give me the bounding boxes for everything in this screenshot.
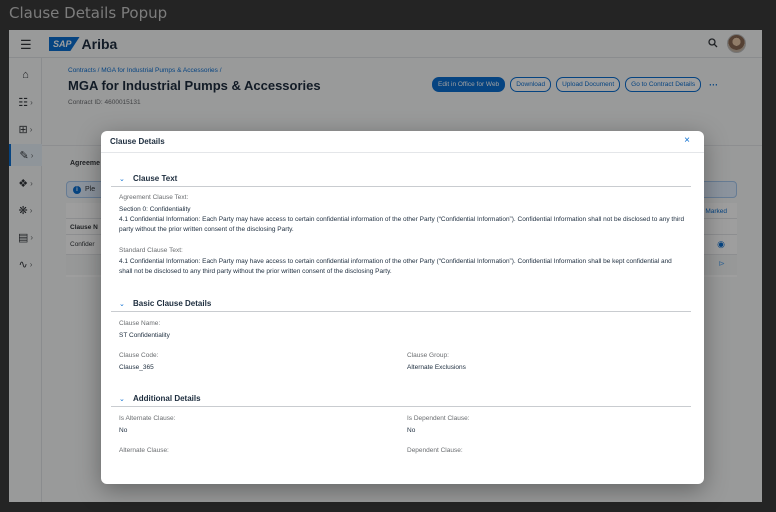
dialog-header: Clause Details × [101,131,704,153]
is-alternate-clause-value: No [119,427,128,434]
clause-group-label: Clause Group: [407,352,449,359]
basic-clause-details-section: ⌄ Basic Clause Details [111,296,691,312]
standard-clause-body: 4.1 Confidential Information: Each Party… [119,258,672,275]
clause-code-value: Clause_365 [119,364,154,371]
section-title: Additional Details [133,394,201,403]
close-icon[interactable]: × [684,135,690,146]
agreement-clause-text-label: Agreement Clause Text: [119,194,189,201]
is-dependent-clause-label: Is Dependent Clause: [407,415,470,422]
dialog-title: Clause Details [110,137,165,146]
agreement-clause-body: 4.1 Confidential Information: Each Party… [119,216,685,233]
section-header-additional[interactable]: ⌄ Additional Details [111,391,691,407]
clause-name-label: Clause Name: [119,320,161,327]
section-title: Basic Clause Details [133,299,212,308]
agreement-clause-section: Section 0: Confidentiality [119,206,191,213]
clause-code-label: Clause Code: [119,352,159,359]
clause-details-dialog: Clause Details × ⌄ Clause Text Agreement… [101,131,704,484]
chevron-down-icon[interactable]: ⌄ [119,300,133,308]
chevron-down-icon[interactable]: ⌄ [119,175,133,183]
clause-group-value: Alternate Exclusions [407,364,466,371]
is-alternate-clause-label: Is Alternate Clause: [119,415,176,422]
clause-name-value: ST Confidentiality [119,332,170,339]
section-header-basic[interactable]: ⌄ Basic Clause Details [111,296,691,312]
chevron-down-icon[interactable]: ⌄ [119,395,133,403]
additional-details-section: ⌄ Additional Details [111,391,691,407]
standard-clause-text-label: Standard Clause Text: [119,247,183,254]
section-header-clause-text[interactable]: ⌄ Clause Text [111,171,691,187]
dependent-clause-label: Dependent Clause: [407,447,463,454]
alternate-clause-label: Alternate Clause: [119,447,169,454]
section-title: Clause Text [133,174,178,183]
is-dependent-clause-value: No [407,427,416,434]
clause-text-section: ⌄ Clause Text [111,171,691,187]
